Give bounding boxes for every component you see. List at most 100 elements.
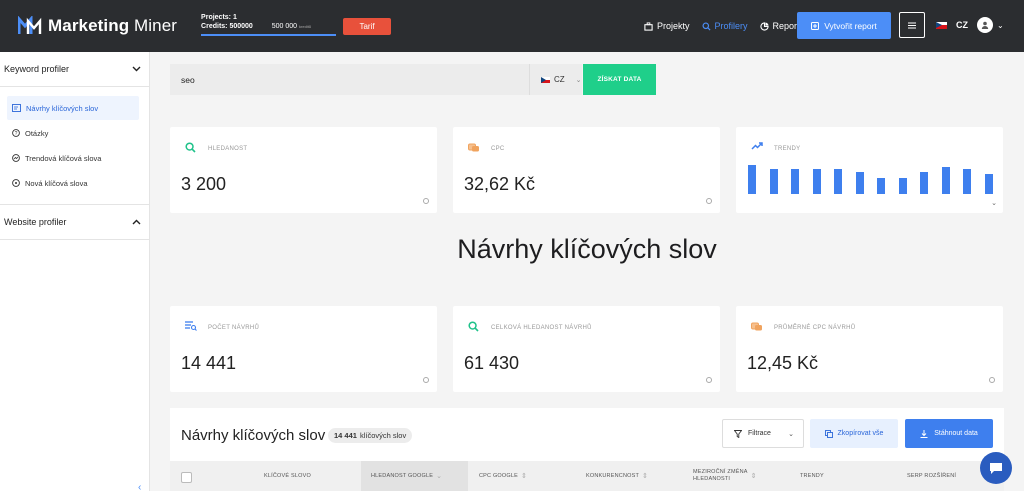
trend-icon [12,154,20,162]
info-icon[interactable] [706,377,712,383]
sidebar-item-label: Otázky [25,128,49,138]
create-report-button[interactable]: Vytvořit report [797,12,891,39]
chevron-down-icon: ⌄ [788,430,794,438]
logo[interactable]: Marketing Miner [18,16,177,36]
stat-value: 12,45 Kč [747,353,819,373]
column-yoy-change[interactable]: MEZIROČNÍ ZMĚNA HLEDANOSTI ⇕ [693,461,757,491]
chevron-down-icon[interactable]: ⌄ [997,21,1004,30]
sidebar-item-label: Trendová klíčová slova [25,153,102,163]
download-icon [920,429,928,438]
question-icon: ? [12,129,20,137]
keyword-count-badge: 14 441 klíčových slov [328,428,413,443]
user-avatar[interactable] [977,17,993,33]
trend-bar [813,169,821,194]
trend-up-icon [751,142,763,150]
trend-bar [877,178,885,194]
trend-bar [791,169,799,194]
info-icon[interactable] [706,198,712,204]
sidebar-item-new-keywords[interactable]: Nová klíčová slova [7,171,139,195]
stat-label: CPC [491,146,505,152]
get-data-button[interactable]: ZÍSKAT DATA [583,64,656,95]
trend-bar [770,169,778,194]
briefcase-icon [644,21,653,31]
tariff-button[interactable]: Tarif [343,17,392,35]
sort-icon: ⇕ [750,472,757,480]
page-title: Návrhy klíčových slov [457,234,717,264]
sidebar-item-suggestions[interactable]: Návrhy klíčových slov [7,96,139,120]
stat-label: HLEDANOST [208,146,248,152]
language-switcher[interactable]: CZ [936,20,968,30]
sidebar-section-website-profiler[interactable]: Website profiler [0,205,149,240]
column-cpc[interactable]: CPC GOOGLE ⇕ [479,461,527,491]
filter-button[interactable]: Filtrace ⌄ [722,419,804,448]
country-select[interactable]: CZ ⌄ [529,64,582,95]
column-competition[interactable]: KONKURENCNOST ⇕ [586,461,648,491]
chat-button[interactable] [980,452,1012,484]
nav-projects-label: Projekty [657,21,690,31]
coins-icon [751,322,762,331]
create-report-label: Vytvořit report [824,20,877,31]
info-icon[interactable] [989,377,995,383]
credits-amount: 500 000 kreditů [271,23,312,30]
plus-square-icon [811,21,820,30]
sidebar-item-questions[interactable]: ? Otázky [7,121,139,145]
stat-card-search-volume: HLEDANOST 3 200 [170,127,437,213]
hamburger-icon [908,22,916,28]
projects-count: Projects: 1 [201,14,237,21]
trend-bar [856,172,864,194]
sidebar-section-title: Keyword profiler [4,64,70,74]
search-input[interactable] [170,64,528,95]
sort-icon: ⇕ [520,473,528,480]
column-trends: TRENDY [800,473,824,479]
info-icon[interactable] [423,198,429,204]
sidebar-item-label: Nová klíčová slova [25,178,88,188]
trend-bar-chart [748,163,993,194]
info-icon[interactable] [423,377,429,383]
list-icon [185,321,197,331]
suggestions-icon [12,104,21,112]
top-nav: Projekty Profilery Reporty [644,0,816,52]
stat-value: 3 200 [181,174,227,194]
stat-card-total-search-volume: CELKOVÁ HLEDANOST NÁVRHŮ 61 430 [453,306,720,392]
search-icon [185,142,196,153]
credits-info: Projects: 1 Credits: 500000 500 000 kred… [201,13,337,39]
stat-value: 14 441 [181,353,237,373]
sidebar-list: Návrhy klíčových slov ? Otázky Trendová … [0,87,149,205]
menu-button[interactable] [899,12,925,38]
user-icon [981,21,989,29]
coins-icon [468,143,479,152]
sidebar-item-trending[interactable]: Trendová klíčová slova [7,146,139,170]
stat-label: TRENDY [774,146,801,152]
sort-icon: ⇕ [642,473,649,480]
copy-all-label: Zkopírovat vše [837,430,884,437]
stat-card-trends: TRENDY ⌄ [736,127,1003,213]
new-icon [12,179,20,187]
trend-bar [942,167,950,194]
collapse-sidebar-icon[interactable]: ‹ [138,482,141,491]
sort-desc-icon: ⌄ [436,473,443,480]
column-serp-features: SERP ROZŠÍŘENÍ [907,473,957,479]
column-keyword[interactable]: KLÍČOVÉ SLOVO [264,461,311,491]
nav-profilers[interactable]: Profilery [702,21,748,31]
copy-all-button[interactable]: Zkopírovat vše [810,419,898,448]
download-label: Stáhnout data [934,430,978,437]
chevron-down-icon [132,66,141,72]
sidebar-section-title: Website profiler [4,217,67,227]
svg-text:?: ? [15,131,18,137]
stat-card-cpc: CPC 32,62 Kč [453,127,720,213]
sidebar-section-keyword-profiler[interactable]: Keyword profiler [0,52,149,87]
column-search-volume[interactable]: HLEDANOST GOOGLE ⌄ [361,461,468,491]
trend-bar [920,172,928,194]
stat-card-suggestion-count: POČET NÁVRHŮ 14 441 [170,306,437,392]
pie-chart-icon [759,21,769,31]
czech-flag-icon [936,21,947,29]
stat-value: 61 430 [464,353,520,373]
trend-bar [834,169,842,194]
stat-label: POČET NÁVRHŮ [208,325,260,331]
chevron-up-icon [132,219,141,225]
download-button[interactable]: Stáhnout data [905,419,993,448]
app-name: Marketing Miner [48,16,178,35]
chevron-down-icon[interactable]: ⌄ [991,199,997,207]
select-all-checkbox[interactable] [181,472,192,483]
nav-projects[interactable]: Projekty [644,21,690,31]
